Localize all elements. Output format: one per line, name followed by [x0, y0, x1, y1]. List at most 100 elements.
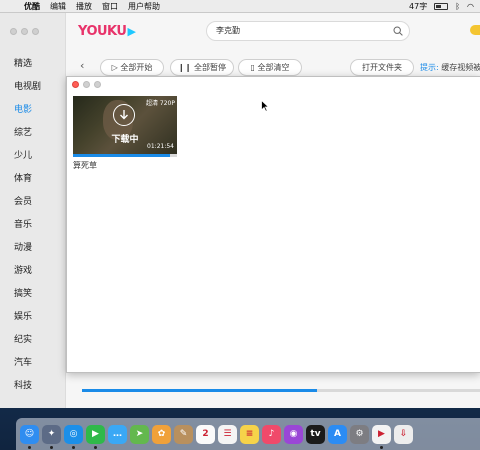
appstore-icon[interactable]: A — [328, 424, 347, 444]
sidebar-item[interactable]: 娱乐 — [0, 306, 66, 329]
menu-extras: 47字 ᛒ ◠ — [409, 1, 480, 12]
dock-glyph: ♪ — [268, 428, 275, 439]
dock-glyph: … — [113, 428, 122, 439]
back-arrow-icon[interactable]: ‹ — [80, 59, 84, 72]
dock-glyph: ≡ — [245, 428, 254, 439]
dock-glyph: ⇩ — [399, 428, 408, 439]
menu-edit[interactable]: 编辑 — [50, 1, 66, 12]
search-value: 李克勤 — [216, 26, 240, 35]
battery-icon[interactable] — [434, 2, 449, 10]
trash-icon: ▯ — [250, 63, 255, 72]
clear-all-label: 全部清空 — [257, 63, 290, 72]
tip-text: 提示: 缓存视频被 — [420, 62, 480, 73]
messages-icon[interactable]: … — [108, 424, 127, 444]
safari-icon[interactable]: ◎ — [64, 424, 83, 449]
facetime-icon[interactable]: ▶ — [86, 424, 105, 449]
sidebar-item[interactable]: 游戏 — [0, 260, 66, 283]
maps-icon[interactable]: ➤ — [130, 424, 149, 444]
sidebar-item[interactable]: 纪实 — [0, 329, 66, 352]
tip-label: 提示: — [420, 63, 439, 72]
menu-play[interactable]: 播放 — [76, 1, 92, 12]
system-preferences-icon[interactable]: ⚙ — [350, 424, 369, 444]
sidebar-item[interactable]: 电影 — [0, 99, 66, 122]
pause-all-button[interactable]: ❙❙ 全部暂停 — [170, 59, 234, 76]
zoom-button[interactable] — [94, 80, 101, 88]
dock-glyph: ☺ — [24, 428, 35, 439]
dock-glyph: tv — [310, 428, 321, 439]
search-input[interactable]: 李克勤 — [206, 21, 410, 41]
item-progress-fill — [73, 154, 170, 157]
wifi-icon[interactable]: ◠ — [467, 2, 474, 11]
downloads-icon[interactable]: ⇩ — [394, 424, 413, 444]
dock-glyph: ➤ — [135, 428, 144, 439]
menu-bar: 优酷 编辑 播放 窗口 用户帮助 47字 ᛒ ◠ — [0, 0, 480, 13]
minimize-button[interactable] — [21, 28, 28, 35]
search-icon[interactable] — [393, 26, 403, 36]
window-controls — [10, 28, 39, 35]
finder-icon[interactable]: ☺ — [20, 424, 39, 449]
clear-all-button[interactable]: ▯ 全部清空 — [238, 59, 302, 76]
play-outline-icon: ▷ — [111, 63, 118, 72]
bluetooth-icon[interactable]: ᛒ — [455, 2, 460, 11]
sidebar-menu: 精选 电视剧 电影 综艺 少儿 体育 会员 音乐 动漫 游戏 搞笑 娱乐 纪实 汽车 科技 — [0, 53, 66, 398]
close-button[interactable] — [72, 80, 79, 88]
minimize-button[interactable] — [83, 80, 90, 88]
sidebar-item[interactable]: 动漫 — [0, 237, 66, 260]
launchpad-icon[interactable]: ✦ — [42, 424, 61, 449]
download-window-titlebar — [67, 77, 480, 91]
download-item[interactable]: 超清 720P 下载中 01:21:54 算死草 — [73, 96, 177, 171]
dock-glyph: ✎ — [179, 428, 188, 439]
dock-glyph: ✿ — [157, 428, 166, 439]
logo-text: YOUKU — [78, 24, 127, 39]
dock-glyph: ◎ — [69, 428, 78, 439]
start-all-button[interactable]: ▷ 全部开始 — [100, 59, 164, 76]
calendar-icon[interactable]: 2 — [196, 424, 215, 444]
sidebar-item[interactable]: 科技 — [0, 375, 66, 398]
dock-glyph: ✦ — [47, 428, 56, 439]
appletv-icon[interactable]: tv — [306, 424, 325, 444]
video-title: 算死草 — [73, 161, 97, 170]
notes-icon[interactable]: ≡ — [240, 424, 259, 444]
zoom-button[interactable] — [32, 28, 39, 35]
logo-play-icon: ▶ — [127, 25, 136, 38]
notes-app-icon[interactable]: ✎ — [174, 424, 193, 444]
dock-glyph: ☰ — [223, 428, 232, 439]
podcasts-icon[interactable]: ◉ — [284, 424, 303, 444]
menu-app-name[interactable]: 优酷 — [24, 1, 40, 12]
music-icon[interactable]: ♪ — [262, 424, 281, 444]
avatar[interactable] — [470, 25, 480, 35]
sidebar-item[interactable]: 体育 — [0, 168, 66, 191]
quality-badge: 超清 720P — [146, 100, 175, 107]
close-button[interactable] — [10, 28, 17, 35]
sidebar-item[interactable]: 少儿 — [0, 145, 66, 168]
reminders-icon[interactable]: ☰ — [218, 424, 237, 444]
youku-logo[interactable]: YOUKU▶ — [78, 24, 136, 39]
dock-glyph: ⚙ — [355, 428, 364, 439]
bottom-progress-fill — [82, 389, 317, 392]
menu-window[interactable]: 窗口 — [102, 1, 118, 12]
pause-icon: ❙❙ — [178, 63, 192, 72]
start-all-label: 全部开始 — [120, 63, 153, 72]
sidebar-item[interactable]: 综艺 — [0, 122, 66, 145]
sidebar-item[interactable]: 搞笑 — [0, 283, 66, 306]
dock-glyph: 2 — [202, 428, 209, 439]
tip-body: 缓存视频被 — [441, 63, 480, 72]
dock-glyph: ▶ — [378, 428, 385, 439]
open-folder-label: 打开文件夹 — [362, 63, 402, 72]
youku-icon[interactable]: ▶ — [372, 424, 391, 449]
battery-text: 47字 — [409, 1, 428, 11]
item-progress-bar — [73, 154, 177, 157]
sidebar-item[interactable]: 音乐 — [0, 214, 66, 237]
dock-glyph: ◉ — [289, 428, 298, 439]
video-thumbnail[interactable]: 超清 720P 下载中 01:21:54 — [73, 96, 177, 154]
menu-help[interactable]: 用户帮助 — [128, 1, 160, 12]
download-arrow-icon — [120, 110, 128, 120]
bottom-progress-bar — [82, 389, 480, 392]
sidebar-item[interactable]: 汽车 — [0, 352, 66, 375]
sidebar-item[interactable]: 电视剧 — [0, 76, 66, 99]
download-window: 超清 720P 下载中 01:21:54 算死草 — [66, 76, 480, 373]
sidebar-item[interactable]: 会员 — [0, 191, 66, 214]
open-folder-button[interactable]: 打开文件夹 — [350, 59, 414, 76]
sidebar-item[interactable]: 精选 — [0, 53, 66, 76]
photos-icon[interactable]: ✿ — [152, 424, 171, 444]
